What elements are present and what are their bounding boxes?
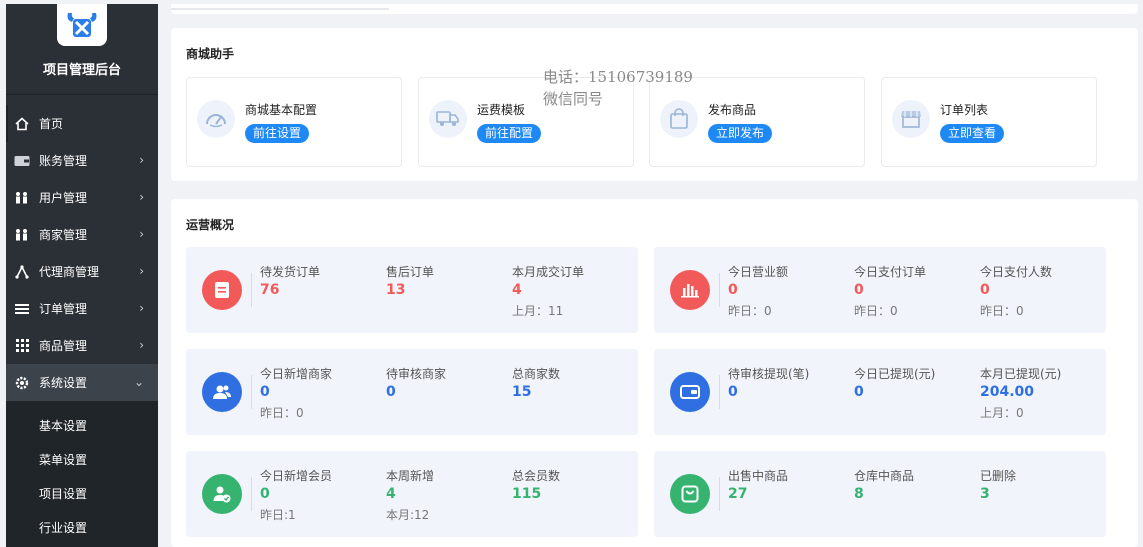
- go-settings-button[interactable]: 前往设置: [245, 124, 310, 143]
- wallet-icon: [14, 153, 30, 169]
- helper-item-label: 订单列表: [940, 103, 989, 117]
- grid-icon: [14, 338, 30, 354]
- merchants-icon: [202, 372, 242, 412]
- stat-month-withdrawn: 本月已提现(元) 204.00 上月：0: [980, 367, 1062, 420]
- home-icon: [14, 116, 30, 132]
- stat-on-sale: 出售中商品 27: [728, 469, 789, 502]
- submenu-item-industry-settings[interactable]: 行业设置: [6, 510, 158, 544]
- sidebar-item-label: 代理商管理: [39, 265, 100, 279]
- publish-now-button[interactable]: 立即发布: [708, 124, 773, 143]
- stat-today-paid-orders: 今日支付订单 0 昨日：0: [854, 265, 927, 318]
- stat-week-new-members: 本周新增 4 本月:12: [386, 469, 435, 522]
- stat-pending-shipment: 待发货订单 76: [260, 265, 321, 298]
- network-icon: [14, 264, 30, 280]
- stat-new-merchants: 今日新增商家 0 昨日：0: [260, 367, 333, 420]
- stat-after-sale: 售后订单 13: [386, 265, 435, 298]
- stat-in-warehouse: 仓库中商品 8: [854, 469, 915, 502]
- submenu-item-basic-settings[interactable]: 基本设置: [6, 408, 158, 442]
- settings-submenu: 基本设置 菜单设置 项目设置 行业设置: [6, 401, 158, 547]
- sidebar-item-label: 系统设置: [39, 376, 88, 390]
- merchant-stats-panel: 今日新增商家 0 昨日：0 待审核商家 0 总商家数 15: [186, 349, 638, 435]
- contact-watermark: 电话：15106739189 微信同号: [543, 66, 693, 110]
- sidebar-item-label: 订单管理: [39, 302, 88, 316]
- stat-month-orders: 本月成交订单 4 上月：11: [512, 265, 585, 318]
- list-icon: [14, 301, 30, 317]
- chevron-right-icon: ›: [139, 227, 144, 241]
- submenu-item-project-settings[interactable]: 项目设置: [6, 476, 158, 510]
- sidebar-item-label: 商家管理: [39, 228, 88, 242]
- brand: 项目管理后台: [6, 4, 158, 95]
- users-icon: [14, 227, 30, 243]
- sidebar-item-products[interactable]: 商品管理 ›: [6, 327, 158, 364]
- stat-deleted: 已删除 3: [980, 469, 1017, 502]
- sidebar-item-home[interactable]: 首页: [6, 105, 158, 142]
- overview-title: 运营概况: [186, 218, 235, 232]
- member-stats-panel: 今日新增会员 0 昨日:1 本周新增 4 本月:12 总会员数 115: [186, 451, 638, 537]
- document-icon: [202, 270, 242, 310]
- sidebar-item-label: 账务管理: [39, 154, 88, 168]
- sidebar-item-label: 首页: [39, 117, 64, 131]
- wallet-icon: [670, 372, 710, 412]
- bar-chart-icon: [670, 270, 710, 310]
- operations-overview-card: 运营概况 待发货订单 76 售后订单 13 本月成交订单 4 上月：11 今日营…: [171, 199, 1138, 547]
- helper-item-mall-config: 商城基本配置 前往设置: [186, 77, 402, 167]
- chevron-right-icon: ›: [139, 153, 144, 167]
- sidebar: 项目管理后台 首页 账务管理 › 用户管理 › 商家管理 › 代理商管理 › 订…: [6, 4, 158, 547]
- chevron-right-icon: ›: [139, 190, 144, 204]
- stat-total-members: 总会员数 115: [512, 469, 561, 502]
- helper-item-label: 运费模板: [477, 103, 526, 117]
- chevron-right-icon: ›: [139, 264, 144, 278]
- helper-item-order-list: 订单列表 立即查看: [881, 77, 1097, 167]
- orders-stats-panel: 待发货订单 76 售后订单 13 本月成交订单 4 上月：11: [186, 247, 638, 333]
- revenue-stats-panel: 今日营业额 0 昨日：0 今日支付订单 0 昨日：0 今日支付人数 0 昨日：0: [654, 247, 1106, 333]
- chevron-down-icon: ⌄: [133, 375, 144, 389]
- shopping-bag-icon: [670, 474, 710, 514]
- chevron-right-icon: ›: [139, 338, 144, 352]
- stat-new-members: 今日新增会员 0 昨日:1: [260, 469, 333, 522]
- gear-icon: [14, 375, 30, 391]
- brand-title: 项目管理后台: [42, 63, 121, 78]
- sidebar-item-label: 用户管理: [39, 191, 88, 205]
- store-icon: [892, 100, 930, 138]
- speedometer-icon: [197, 100, 235, 138]
- sidebar-item-settings[interactable]: 系统设置 ⌄: [6, 364, 158, 401]
- stat-pending-withdrawals: 待审核提现(笔) 0: [728, 367, 810, 400]
- logo-icon: [57, 4, 107, 46]
- member-icon: [202, 474, 242, 514]
- helper-item-label: 发布商品: [708, 103, 757, 117]
- truck-icon: [429, 100, 467, 138]
- sidebar-item-users[interactable]: 用户管理 ›: [6, 179, 158, 216]
- stat-today-payers: 今日支付人数 0 昨日：0: [980, 265, 1053, 318]
- helper-item-label: 商城基本配置: [245, 103, 318, 117]
- top-strip: [171, 4, 1138, 14]
- sidebar-item-orders[interactable]: 订单管理 ›: [6, 290, 158, 327]
- go-configure-button[interactable]: 前往配置: [477, 124, 542, 143]
- view-now-button[interactable]: 立即查看: [940, 124, 1005, 143]
- stat-today-revenue: 今日营业额 0 昨日：0: [728, 265, 789, 318]
- sidebar-item-agents[interactable]: 代理商管理 ›: [6, 253, 158, 290]
- watermark-wechat: 微信同号: [543, 90, 604, 108]
- users-icon: [14, 190, 30, 206]
- stat-today-withdrawn: 今日已提现(元) 0: [854, 367, 936, 400]
- watermark-phone: 电话：15106739189: [543, 68, 693, 86]
- product-stats-panel: 出售中商品 27 仓库中商品 8 已删除 3: [654, 451, 1106, 537]
- sidebar-item-finance[interactable]: 账务管理 ›: [6, 142, 158, 179]
- submenu-item-menu-settings[interactable]: 菜单设置: [6, 442, 158, 476]
- mall-helper-title: 商城助手: [186, 47, 235, 61]
- stat-pending-merchants: 待审核商家 0: [386, 367, 447, 400]
- sidebar-item-merchants[interactable]: 商家管理 ›: [6, 216, 158, 253]
- sidebar-item-label: 商品管理: [39, 339, 88, 353]
- stat-total-merchants: 总商家数 15: [512, 367, 561, 400]
- withdrawal-stats-panel: 待审核提现(笔) 0 今日已提现(元) 0 本月已提现(元) 204.00 上月…: [654, 349, 1106, 435]
- chevron-right-icon: ›: [139, 301, 144, 315]
